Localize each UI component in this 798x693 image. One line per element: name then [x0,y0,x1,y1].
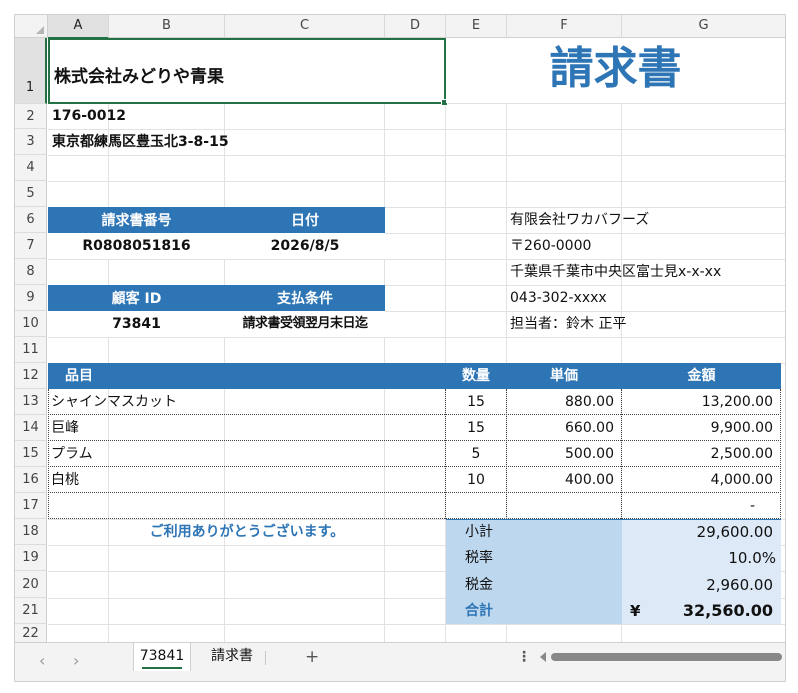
row-header-3[interactable]: 3 [15,129,47,155]
item-unit-price[interactable]: 660.00 [507,415,614,441]
payment-terms-value[interactable]: 請求書受領翌月末日迄 [225,311,385,337]
item-column-header: 品目 [65,368,93,384]
row-header-5[interactable]: 5 [15,181,47,207]
column-header-b[interactable]: B [109,15,225,38]
column-header-e[interactable]: E [446,15,507,38]
gridline [48,624,785,625]
row-header-21[interactable]: 21 [15,598,47,624]
horizontal-scrollbar-thumb[interactable] [551,653,782,661]
client-phone: 043-302-xxxx [510,290,607,306]
item-amount[interactable]: 9,900.00 [622,415,773,441]
tax-rate-value[interactable]: 10.0% [622,545,776,571]
item-unit-price[interactable]: 400.00 [507,467,614,493]
row-header-7[interactable]: 7 [15,233,47,259]
item-amount[interactable]: 4,000.00 [622,467,773,493]
row-header-14[interactable]: 14 [15,415,47,441]
tax-label: 税金 [465,577,493,593]
thank-you-message: ご利用ありがとうございます。 [149,524,345,540]
row-header-10[interactable]: 10 [15,311,47,337]
item-qty[interactable]: 15 [446,415,506,441]
row-header-17[interactable]: 17 [15,493,47,519]
item-amount[interactable]: 13,200.00 [622,389,773,415]
sheet-tab-label: 73841 [139,648,185,664]
date-value[interactable]: 2026/8/5 [225,233,385,259]
chevron-left-icon[interactable]: ‹ [39,651,45,670]
customer-id-header: 顧客 ID [48,285,225,311]
row-header-22[interactable]: 22 [15,624,47,643]
row-header-2[interactable]: 2 [15,104,47,129]
column-header-a[interactable]: A [48,15,109,39]
row-header-20[interactable]: 20 [15,571,47,598]
gridline [48,181,785,182]
column-header-c[interactable]: C [225,15,385,38]
item-name[interactable]: 巨峰 [51,415,79,441]
date-header: 日付 [225,207,385,233]
spreadsheet-window: A B C D E F G 1 2 3 4 5 6 7 8 9 10 11 12… [14,14,786,682]
item-name[interactable]: プラム [51,441,93,467]
row-header-4[interactable]: 4 [15,155,47,181]
total-value[interactable]: 32,560.00 [655,598,773,624]
payment-terms-header: 支払条件 [225,285,385,311]
item-amount[interactable]: - [622,493,755,519]
row-header-11[interactable]: 11 [15,337,47,363]
invoice-title: 請求書 [446,38,785,103]
row-header-16[interactable]: 16 [15,467,47,493]
item-qty[interactable]: 5 [446,441,506,467]
row-header-15[interactable]: 15 [15,441,47,467]
invoice-number-value[interactable]: R0808051816 [48,233,225,259]
seller-name-cell[interactable]: 株式会社みどりや青果 [48,38,446,104]
sheet-tab-bar: ‹ › 73841 請求書 + ⋮ [15,642,785,681]
gridline [48,155,785,156]
item-name[interactable]: 白桃 [51,467,79,493]
customer-id-value[interactable]: 73841 [48,311,225,337]
active-tab-underline [142,667,182,669]
seller-postal: 176-0012 [52,108,126,124]
subtotal-label: 小計 [465,524,493,540]
add-sheet-button[interactable]: + [305,647,319,667]
more-options-icon[interactable]: ⋮ [517,649,531,665]
row-header-9[interactable]: 9 [15,285,47,311]
invoice-number-header: 請求書番号 [48,207,225,233]
item-name[interactable]: シャインマスカット [51,389,177,415]
gridline [48,337,785,338]
tax-rate-label: 税率 [465,550,493,566]
row-header-6[interactable]: 6 [15,207,47,233]
scroll-left-icon[interactable] [540,652,546,662]
select-all-corner[interactable] [15,15,48,38]
tab-divider [265,651,266,665]
sheet-tab-active[interactable]: 73841 [133,643,191,671]
total-label: 合計 [465,603,493,619]
qty-column-header: 数量 [462,368,490,384]
column-header-d[interactable]: D [385,15,446,38]
client-postal: 〒260-0000 [510,238,592,254]
item-qty[interactable]: 15 [446,389,506,415]
client-contact: 担当者：鈴木 正平 [510,316,627,332]
client-address: 千葉県千葉市中央区富士見x-x-xx [510,264,722,280]
amount-column-header: 金額 [687,368,716,384]
item-unit-price[interactable]: 880.00 [507,389,614,415]
row-header-1[interactable]: 1 [15,38,47,104]
row-header-12[interactable]: 12 [15,363,47,389]
item-amount[interactable]: 2,500.00 [622,441,773,467]
tax-value[interactable]: 2,960.00 [622,572,773,598]
sheet-tab[interactable]: 請求書 [197,643,267,671]
currency-symbol: ¥ [630,602,641,620]
chevron-right-icon[interactable]: › [73,651,79,670]
row-header-19[interactable]: 19 [15,545,47,571]
row-header-18[interactable]: 18 [15,519,47,545]
column-header-f[interactable]: F [507,15,622,38]
item-qty[interactable]: 10 [446,467,506,493]
subtotal-value[interactable]: 29,600.00 [622,519,773,545]
row-header-13[interactable]: 13 [15,389,47,415]
unit-price-column-header: 単価 [550,368,578,384]
sheet-tab-label: 請求書 [211,648,253,664]
item-unit-price[interactable]: 500.00 [507,441,614,467]
row-header-8[interactable]: 8 [15,259,47,285]
seller-address: 東京都練馬区豊玉北3-8-15 [52,134,229,150]
column-header-g[interactable]: G [622,15,785,38]
client-name: 有限会社ワカバフーズ [510,212,650,228]
